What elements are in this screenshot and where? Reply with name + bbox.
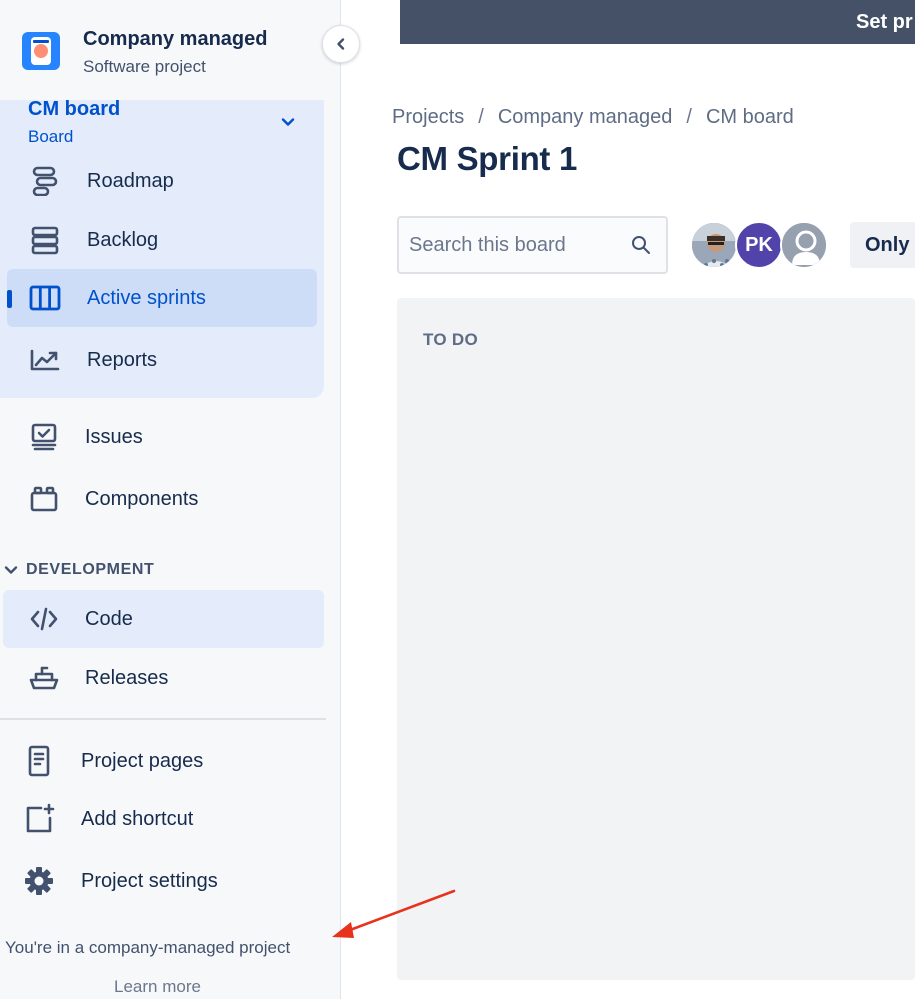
- breadcrumb-board[interactable]: CM board: [706, 106, 794, 129]
- active-indicator: [7, 290, 12, 308]
- board-switcher-title[interactable]: CM board: [28, 98, 120, 121]
- sidebar-item-label: Code: [85, 607, 133, 630]
- sidebar-item-backlog[interactable]: Backlog: [7, 211, 317, 269]
- search-input[interactable]: [409, 230, 624, 260]
- page-icon: [22, 744, 56, 778]
- sidebar-item-label: Backlog: [87, 228, 159, 251]
- board-search[interactable]: [397, 216, 668, 274]
- sidebar-item-active-sprints[interactable]: Active sprints: [7, 269, 317, 327]
- sidebar-item-reports[interactable]: Reports: [7, 331, 317, 389]
- sidebar-item-components[interactable]: Components: [7, 470, 324, 528]
- sidebar-item-add-shortcut[interactable]: Add shortcut: [3, 790, 324, 848]
- sidebar-item-label: Roadmap: [87, 169, 174, 192]
- ship-icon: [27, 661, 61, 695]
- issues-icon: [27, 420, 61, 454]
- annotation-arrow-icon: [332, 889, 456, 938]
- only-button-label: Only: [865, 234, 910, 256]
- code-icon: [27, 602, 61, 636]
- columns-icon: [28, 281, 62, 315]
- board-switcher-subtitle: Board: [28, 127, 74, 146]
- add-shortcut-icon: [22, 802, 56, 836]
- chart-line-icon: [28, 343, 62, 377]
- sidebar-item-label: Project pages: [81, 749, 204, 772]
- backlog-icon: [28, 223, 62, 257]
- top-banner-button[interactable]: Set pr: [856, 11, 913, 34]
- breadcrumb-project[interactable]: Company managed: [498, 106, 673, 129]
- project-type-notice: You're in a company-managed project: [5, 938, 291, 957]
- page-title: CM Sprint 1: [397, 140, 578, 177]
- sidebar-item-issues[interactable]: Issues: [7, 408, 324, 466]
- board-column: [397, 298, 915, 980]
- search-icon: [632, 236, 650, 254]
- sidebar-divider: [0, 718, 326, 720]
- chevron-down-icon[interactable]: [278, 112, 298, 132]
- avatar-default-user[interactable]: [780, 221, 828, 269]
- roadmap-icon: [28, 164, 62, 198]
- sidebar-item-label: Components: [85, 487, 199, 510]
- sidebar-item-label: Issues: [85, 425, 143, 448]
- top-banner: [400, 0, 915, 44]
- breadcrumb-separator: /: [478, 105, 484, 128]
- sidebar-item-project-pages[interactable]: Project pages: [3, 732, 324, 790]
- project-type: Software project: [83, 57, 206, 76]
- breadcrumb-projects[interactable]: Projects: [392, 106, 464, 129]
- development-section-toggle[interactable]: DEVELOPMENT: [4, 560, 154, 580]
- sidebar-item-code[interactable]: Code: [3, 590, 324, 648]
- gear-icon: [22, 864, 56, 898]
- chevron-left-icon: [337, 38, 345, 50]
- sidebar-item-label: Active sprints: [87, 286, 206, 309]
- avatar-initials: PK: [745, 233, 773, 256]
- sidebar-item-roadmap[interactable]: Roadmap: [7, 152, 317, 210]
- project-header[interactable]: Company managed Software project: [0, 0, 340, 100]
- breadcrumb-separator: /: [686, 105, 692, 128]
- only-my-issues-button[interactable]: Only: [850, 222, 915, 268]
- sidebar-item-label: Releases: [85, 666, 169, 689]
- sidebar-item-releases[interactable]: Releases: [3, 649, 324, 707]
- sidebar-item-project-settings[interactable]: Project settings: [3, 852, 324, 910]
- development-heading: DEVELOPMENT: [26, 561, 155, 578]
- components-icon: [27, 482, 61, 516]
- project-sidebar: Company managed Software project CM boar…: [0, 0, 341, 999]
- learn-more-link[interactable]: Learn more: [114, 977, 201, 997]
- column-title: TO DO: [423, 330, 479, 349]
- breadcrumb: Projects / Company managed / CM board: [392, 104, 794, 130]
- sidebar-item-label: Add shortcut: [81, 807, 194, 830]
- project-name: Company managed: [83, 28, 268, 50]
- project-avatar-icon: [22, 32, 60, 70]
- chevron-down-icon: [4, 566, 18, 574]
- sidebar-item-label: Project settings: [81, 869, 218, 892]
- sidebar-item-label: Reports: [87, 348, 158, 371]
- avatar-user-initials[interactable]: PK: [735, 221, 783, 269]
- avatar-user-photo[interactable]: [690, 221, 738, 269]
- collapse-sidebar-button[interactable]: [322, 25, 360, 63]
